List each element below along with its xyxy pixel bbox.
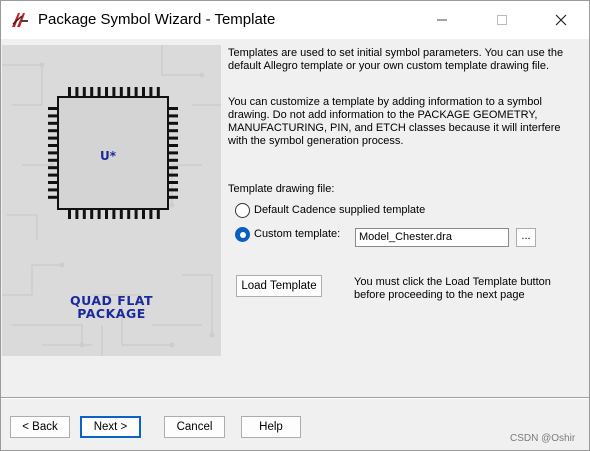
cancel-button[interactable]: Cancel (164, 416, 225, 438)
template-file-input[interactable]: Model_Chester.dra (355, 228, 509, 247)
minimize-button[interactable] (419, 1, 465, 39)
custom-template-radio[interactable] (235, 227, 250, 242)
load-hint-line2: before proceeding to the next page (354, 289, 525, 301)
intro-line: Templates are used to set initial symbol… (228, 47, 564, 59)
load-template-button[interactable]: Load Template (236, 275, 322, 297)
title-bar[interactable]: Package Symbol Wizard - Template (1, 1, 589, 39)
watermark-text: CSDN @Oshir (510, 433, 576, 444)
notice-line: drawing. Do not add information to the P… (228, 109, 538, 121)
notice-line: MANUFACTURING, PIN, and ETCH classes bec… (228, 122, 561, 134)
maximize-button[interactable] (479, 1, 525, 39)
help-button[interactable]: Help (241, 416, 301, 438)
close-button[interactable] (538, 1, 584, 39)
wizard-window: Package Symbol Wizard - Template U* QUAD… (0, 0, 590, 451)
maximize-icon (497, 15, 507, 25)
custom-template-label[interactable]: Custom template: (254, 228, 340, 240)
notice-line: You can customize a template by adding i… (228, 96, 542, 108)
close-icon (555, 14, 567, 26)
footer-separator-highlight (1, 398, 589, 399)
intro-text: Templates are used to set initial symbol… (228, 47, 568, 73)
chip-designator: U* (100, 149, 117, 163)
next-button[interactable]: Next > (80, 416, 141, 438)
back-button[interactable]: < Back (10, 416, 70, 438)
browse-button[interactable]: ... (516, 228, 536, 247)
notice-line: with the symbol generation process. (228, 135, 404, 147)
app-icon (10, 10, 30, 30)
notice-text: You can customize a template by adding i… (228, 96, 568, 148)
window-title: Package Symbol Wizard - Template (38, 11, 276, 28)
intro-line: default Allegro template or your own cus… (228, 60, 549, 72)
default-template-label[interactable]: Default Cadence supplied template (254, 204, 425, 216)
minimize-icon (437, 19, 447, 21)
package-illustration: U* QUAD FLAT PACKAGE (2, 45, 221, 356)
default-template-radio[interactable] (235, 203, 250, 218)
template-file-label: Template drawing file: (228, 183, 335, 195)
package-type-line2: PACKAGE (77, 306, 146, 321)
load-hint-line1: You must click the Load Template button (354, 276, 551, 288)
